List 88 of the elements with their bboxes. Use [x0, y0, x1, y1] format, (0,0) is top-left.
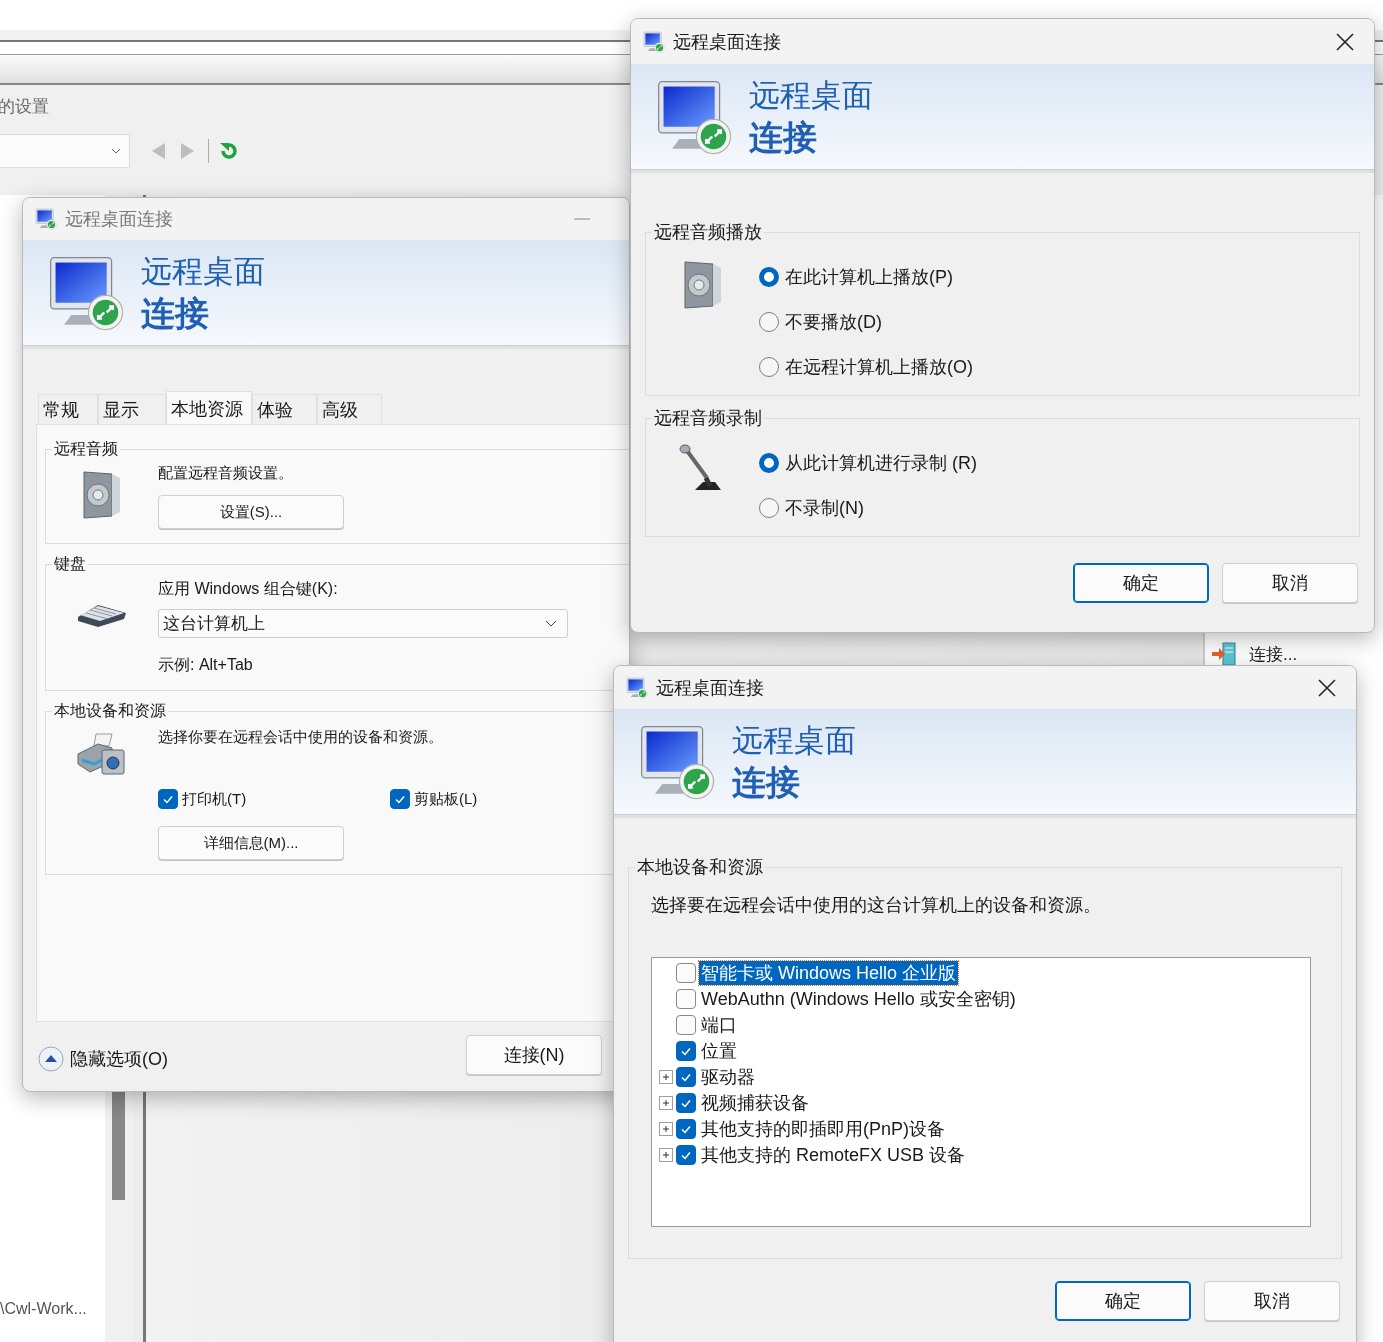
- group-title: 本地设备和资源: [53, 701, 167, 721]
- dropdown[interactable]: 这台计算机上: [158, 609, 568, 638]
- window-title: 远程桌面连接: [656, 676, 765, 700]
- refresh-icon[interactable]: [219, 141, 239, 161]
- expand-icon[interactable]: [659, 1070, 673, 1084]
- list-item[interactable]: 驱动器: [699, 1065, 757, 1089]
- checkbox[interactable]: [390, 789, 410, 809]
- list-item[interactable]: 端口: [699, 1013, 739, 1037]
- example-text: 示例: Alt+Tab: [158, 655, 253, 675]
- description-text: 选择要在远程会话中使用的这台计算机上的设备和资源。: [651, 894, 1102, 917]
- tab[interactable]: 高级: [317, 394, 382, 424]
- radio-label: 在远程计算机上播放(O): [785, 355, 973, 379]
- banner-subtitle: 连接: [749, 116, 818, 158]
- minimize-icon: [574, 218, 590, 220]
- details-button[interactable]: 详细信息(M)...: [158, 826, 344, 860]
- monitor-icon: [626, 676, 648, 699]
- banner-title: 远程桌面: [141, 252, 265, 291]
- check-icon: [680, 1097, 692, 1109]
- checkbox[interactable]: [676, 989, 696, 1009]
- tab[interactable]: 显示: [98, 394, 166, 424]
- group-title: 远程音频播放: [653, 221, 763, 244]
- check-icon: [680, 1123, 692, 1135]
- list-item[interactable]: 智能卡或 Windows Hello 企业版: [699, 961, 959, 985]
- close-icon: [1336, 32, 1354, 51]
- checkbox[interactable]: [676, 1119, 696, 1139]
- description-text: 配置远程音频设置。: [158, 464, 293, 483]
- expand-icon[interactable]: [659, 1148, 673, 1162]
- monitor-icon: [35, 208, 57, 230]
- check-icon: [680, 1071, 692, 1083]
- action-link[interactable]: 连接...: [1249, 642, 1298, 666]
- checkbox[interactable]: [676, 963, 696, 983]
- checkbox[interactable]: [676, 1093, 696, 1113]
- radio-button[interactable]: [759, 356, 779, 377]
- monitor-icon: [643, 30, 665, 53]
- group-title: 键盘: [53, 554, 87, 574]
- radio-label: 在此计算机上播放(P): [785, 265, 953, 289]
- checkbox[interactable]: [676, 1041, 696, 1061]
- list-item[interactable]: WebAuthn (Windows Hello 或安全密钥): [699, 987, 1018, 1011]
- tab[interactable]: 常规: [38, 394, 98, 424]
- checkbox[interactable]: [676, 1015, 696, 1035]
- radio-label: 不录制(N): [785, 496, 864, 520]
- check-icon: [162, 793, 174, 805]
- checkbox[interactable]: [676, 1145, 696, 1165]
- radio-button[interactable]: [759, 266, 779, 287]
- collapse-icon[interactable]: [38, 1046, 64, 1072]
- list-item[interactable]: 其他支持的即插即用(PnP)设备: [699, 1117, 947, 1141]
- tree-item[interactable]: \Cwl-Work...: [0, 1300, 105, 1318]
- radio-button[interactable]: [759, 497, 779, 518]
- check-icon: [680, 1149, 692, 1161]
- group-title: 本地设备和资源: [636, 856, 764, 879]
- expand-icon[interactable]: [659, 1096, 673, 1110]
- checkbox[interactable]: [158, 789, 178, 809]
- check-icon: [680, 1045, 692, 1057]
- banner-subtitle: 连接: [141, 292, 210, 334]
- group-title: 远程音频: [53, 439, 119, 459]
- list-item[interactable]: 其他支持的 RemoteFX USB 设备: [699, 1143, 968, 1167]
- connect-button[interactable]: 连接(N): [466, 1035, 602, 1075]
- window-title: 远程桌面连接: [673, 30, 782, 54]
- tab[interactable]: 本地资源: [166, 391, 252, 425]
- chevron-down-icon: [111, 148, 121, 154]
- checkbox-label: 打印机(T): [182, 789, 247, 809]
- dialog-button[interactable]: 取消: [1204, 1281, 1340, 1321]
- tab[interactable]: 体验: [252, 394, 317, 424]
- radio-label: 不要播放(D): [785, 310, 882, 334]
- radio-label: 从此计算机进行录制 (R): [785, 451, 977, 475]
- check-icon: [394, 793, 406, 805]
- dialog-button[interactable]: 确定: [1055, 1281, 1191, 1321]
- list-item[interactable]: 视频捕获设备: [699, 1091, 811, 1115]
- window-title: 远程桌面连接: [65, 208, 174, 231]
- chevron-down-icon: [545, 620, 557, 627]
- radio-button[interactable]: [759, 452, 779, 473]
- banner-subtitle: 连接: [732, 761, 801, 803]
- dialog-button[interactable]: 确定: [1073, 563, 1209, 603]
- hide-options-link[interactable]: 隐藏选项(O): [70, 1047, 168, 1071]
- description-text: 选择你要在远程会话中使用的设备和资源。: [158, 728, 443, 747]
- expand-icon[interactable]: [659, 1122, 673, 1136]
- settings-button[interactable]: 设置(S)...: [158, 495, 344, 529]
- banner-title: 远程桌面: [732, 721, 856, 760]
- radio-button[interactable]: [759, 311, 779, 332]
- page-heading: 的设置: [0, 96, 49, 118]
- close-icon: [1318, 678, 1336, 697]
- checkbox-label: 剪贴板(L): [414, 789, 478, 809]
- list-item[interactable]: 位置: [699, 1039, 739, 1063]
- banner-title: 远程桌面: [749, 76, 873, 115]
- field-label: 应用 Windows 组合键(K):: [158, 579, 338, 599]
- dialog-button[interactable]: 取消: [1222, 563, 1358, 603]
- checkbox[interactable]: [676, 1067, 696, 1087]
- group-title: 远程音频录制: [653, 407, 763, 430]
